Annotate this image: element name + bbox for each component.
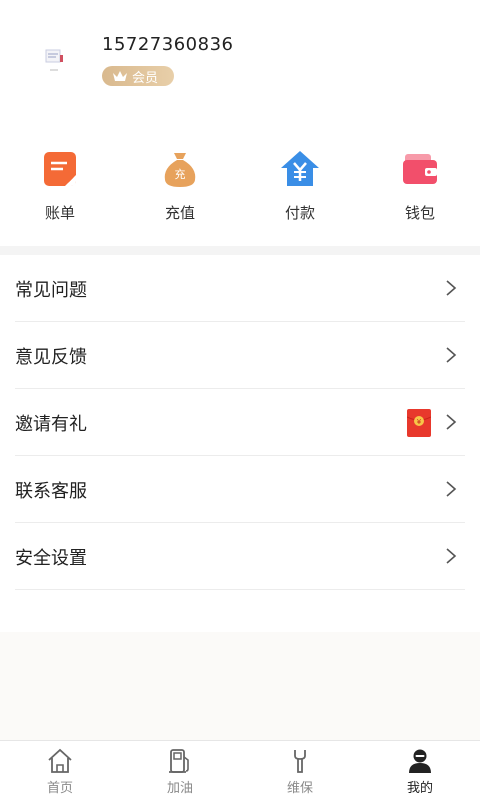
crown-icon xyxy=(113,71,127,81)
quick-action-wallet[interactable]: 钱包 xyxy=(360,140,480,246)
chevron-right-icon xyxy=(446,414,457,430)
red-envelope-icon: ¥ xyxy=(407,409,431,437)
menu-item-faq[interactable]: 常见问题 xyxy=(15,255,465,322)
tab-label: 我的 xyxy=(406,781,433,796)
menu-item-feedback[interactable]: 意见反馈 xyxy=(15,322,465,389)
tab-mine[interactable]: 我的 xyxy=(360,741,480,800)
menu-item-label: 常见问题 xyxy=(15,280,87,301)
tab-label: 首页 xyxy=(46,781,73,796)
svg-text:¥: ¥ xyxy=(417,418,422,426)
member-badge-label: 会员 xyxy=(132,70,159,86)
member-badge[interactable]: 会员 xyxy=(102,66,174,86)
home-icon xyxy=(48,748,72,773)
tab-refuel[interactable]: 加油 xyxy=(120,741,240,800)
quick-action-label: 充值 xyxy=(164,204,195,222)
quick-action-pay[interactable]: 付款 xyxy=(240,140,360,246)
empty-area xyxy=(0,632,480,740)
quick-action-label: 账单 xyxy=(44,204,75,222)
bottom-tab-bar: 首页 加油 维保 我的 xyxy=(0,740,480,800)
bill-icon xyxy=(44,152,76,186)
menu-item-label: 邀请有礼 xyxy=(15,414,87,435)
tab-label: 维保 xyxy=(286,781,313,796)
quick-action-recharge[interactable]: 充 充值 xyxy=(120,140,240,246)
quick-actions: 账单 充 充值 付款 钱包 xyxy=(0,140,480,246)
menu-item-contact-service[interactable]: 联系客服 xyxy=(15,456,465,523)
quick-action-bill[interactable]: 账单 xyxy=(0,140,120,246)
tab-label: 加油 xyxy=(166,781,193,796)
chevron-right-icon xyxy=(446,548,457,564)
menu-item-label: 意见反馈 xyxy=(15,347,87,368)
tab-maintenance[interactable]: 维保 xyxy=(240,741,360,800)
menu-item-invite[interactable]: 邀请有礼 ¥ xyxy=(15,389,465,456)
payment-house-icon xyxy=(281,151,319,186)
settings-menu: 常见问题 意见反馈 邀请有礼 ¥ 联系客服 安全设置 xyxy=(0,255,480,590)
user-icon xyxy=(409,749,431,773)
fuel-pump-icon xyxy=(169,749,189,773)
phone-number: 15727360836 xyxy=(102,34,234,55)
tab-home[interactable]: 首页 xyxy=(0,741,120,800)
svg-text:充: 充 xyxy=(175,167,186,181)
menu-item-label: 安全设置 xyxy=(15,548,87,569)
chevron-right-icon xyxy=(446,481,457,497)
money-bag-icon: 充 xyxy=(164,153,196,187)
profile-header: 15727360836 会员 xyxy=(0,0,480,130)
menu-item-label: 联系客服 xyxy=(15,481,87,502)
section-divider xyxy=(0,246,480,255)
quick-action-label: 付款 xyxy=(284,204,315,222)
chevron-right-icon xyxy=(446,280,457,296)
chevron-right-icon xyxy=(446,347,457,363)
quick-action-label: 钱包 xyxy=(404,204,435,222)
wallet-icon xyxy=(403,154,437,184)
menu-item-security-settings[interactable]: 安全设置 xyxy=(15,523,465,590)
avatar[interactable] xyxy=(40,46,74,80)
wrench-icon xyxy=(294,750,306,773)
